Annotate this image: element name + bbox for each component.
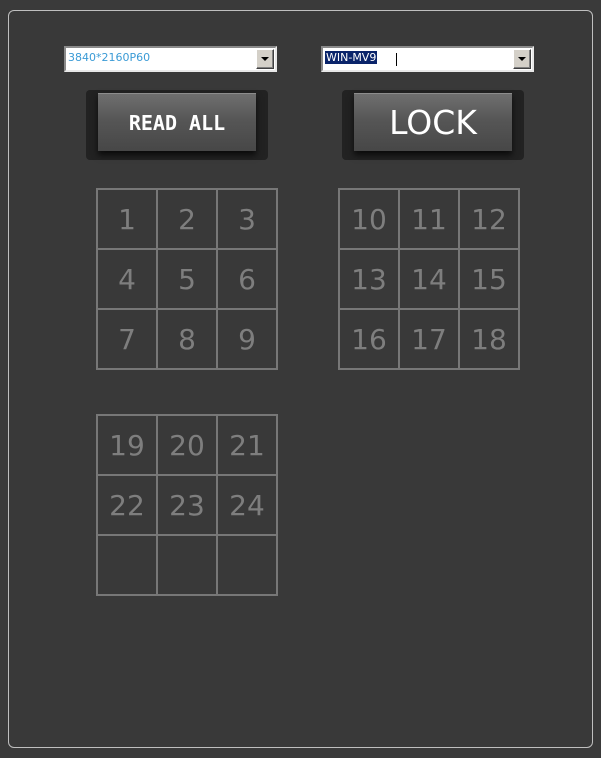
read-all-button-frame: READ ALL xyxy=(86,90,268,160)
grid-cell-12[interactable]: 12 xyxy=(460,190,520,250)
resolution-select-value: 3840*2160P60 xyxy=(68,51,151,64)
grid-cell-3[interactable]: 3 xyxy=(218,190,278,250)
grid-cell-empty[interactable] xyxy=(98,536,158,596)
grid-cell-15[interactable]: 15 xyxy=(460,250,520,310)
grid-cell-6[interactable]: 6 xyxy=(218,250,278,310)
grid-cell-17[interactable]: 17 xyxy=(400,310,460,370)
grid-cell-23[interactable]: 23 xyxy=(158,476,218,536)
grid-cell-5[interactable]: 5 xyxy=(158,250,218,310)
lock-button-frame: LOCK xyxy=(342,90,524,160)
grid-cell-10[interactable]: 10 xyxy=(340,190,400,250)
grid-cell-1[interactable]: 1 xyxy=(98,190,158,250)
grid-cell-24[interactable]: 24 xyxy=(218,476,278,536)
layout-select-value: WIN-MV9 xyxy=(325,51,378,64)
lock-button[interactable]: LOCK xyxy=(354,93,512,151)
grid-cell-19[interactable]: 19 xyxy=(98,416,158,476)
grid-cell-22[interactable]: 22 xyxy=(98,476,158,536)
grid-cell-14[interactable]: 14 xyxy=(400,250,460,310)
grid-cell-7[interactable]: 7 xyxy=(98,310,158,370)
window-grid-2: 10 11 12 13 14 15 16 17 18 xyxy=(338,188,520,370)
resolution-select[interactable]: 3840*2160P60 xyxy=(64,46,277,72)
grid-cell-empty[interactable] xyxy=(158,536,218,596)
grid-cell-11[interactable]: 11 xyxy=(400,190,460,250)
grid-cell-21[interactable]: 21 xyxy=(218,416,278,476)
window-grid-1: 1 2 3 4 5 6 7 8 9 xyxy=(96,188,278,370)
chevron-down-icon[interactable] xyxy=(513,49,531,69)
grid-cell-empty[interactable] xyxy=(218,536,278,596)
grid-cell-9[interactable]: 9 xyxy=(218,310,278,370)
grid-cell-13[interactable]: 13 xyxy=(340,250,400,310)
read-all-button[interactable]: READ ALL xyxy=(98,93,256,151)
grid-cell-4[interactable]: 4 xyxy=(98,250,158,310)
window-grid-3: 19 20 21 22 23 24 xyxy=(96,414,278,596)
layout-select[interactable]: WIN-MV9 xyxy=(321,46,534,72)
grid-cell-18[interactable]: 18 xyxy=(460,310,520,370)
layout-select-text: WIN-MV9 xyxy=(326,51,377,64)
grid-cell-20[interactable]: 20 xyxy=(158,416,218,476)
grid-cell-16[interactable]: 16 xyxy=(340,310,400,370)
grid-cell-2[interactable]: 2 xyxy=(158,190,218,250)
text-caret xyxy=(396,53,397,66)
chevron-down-icon[interactable] xyxy=(256,49,274,69)
grid-cell-8[interactable]: 8 xyxy=(158,310,218,370)
